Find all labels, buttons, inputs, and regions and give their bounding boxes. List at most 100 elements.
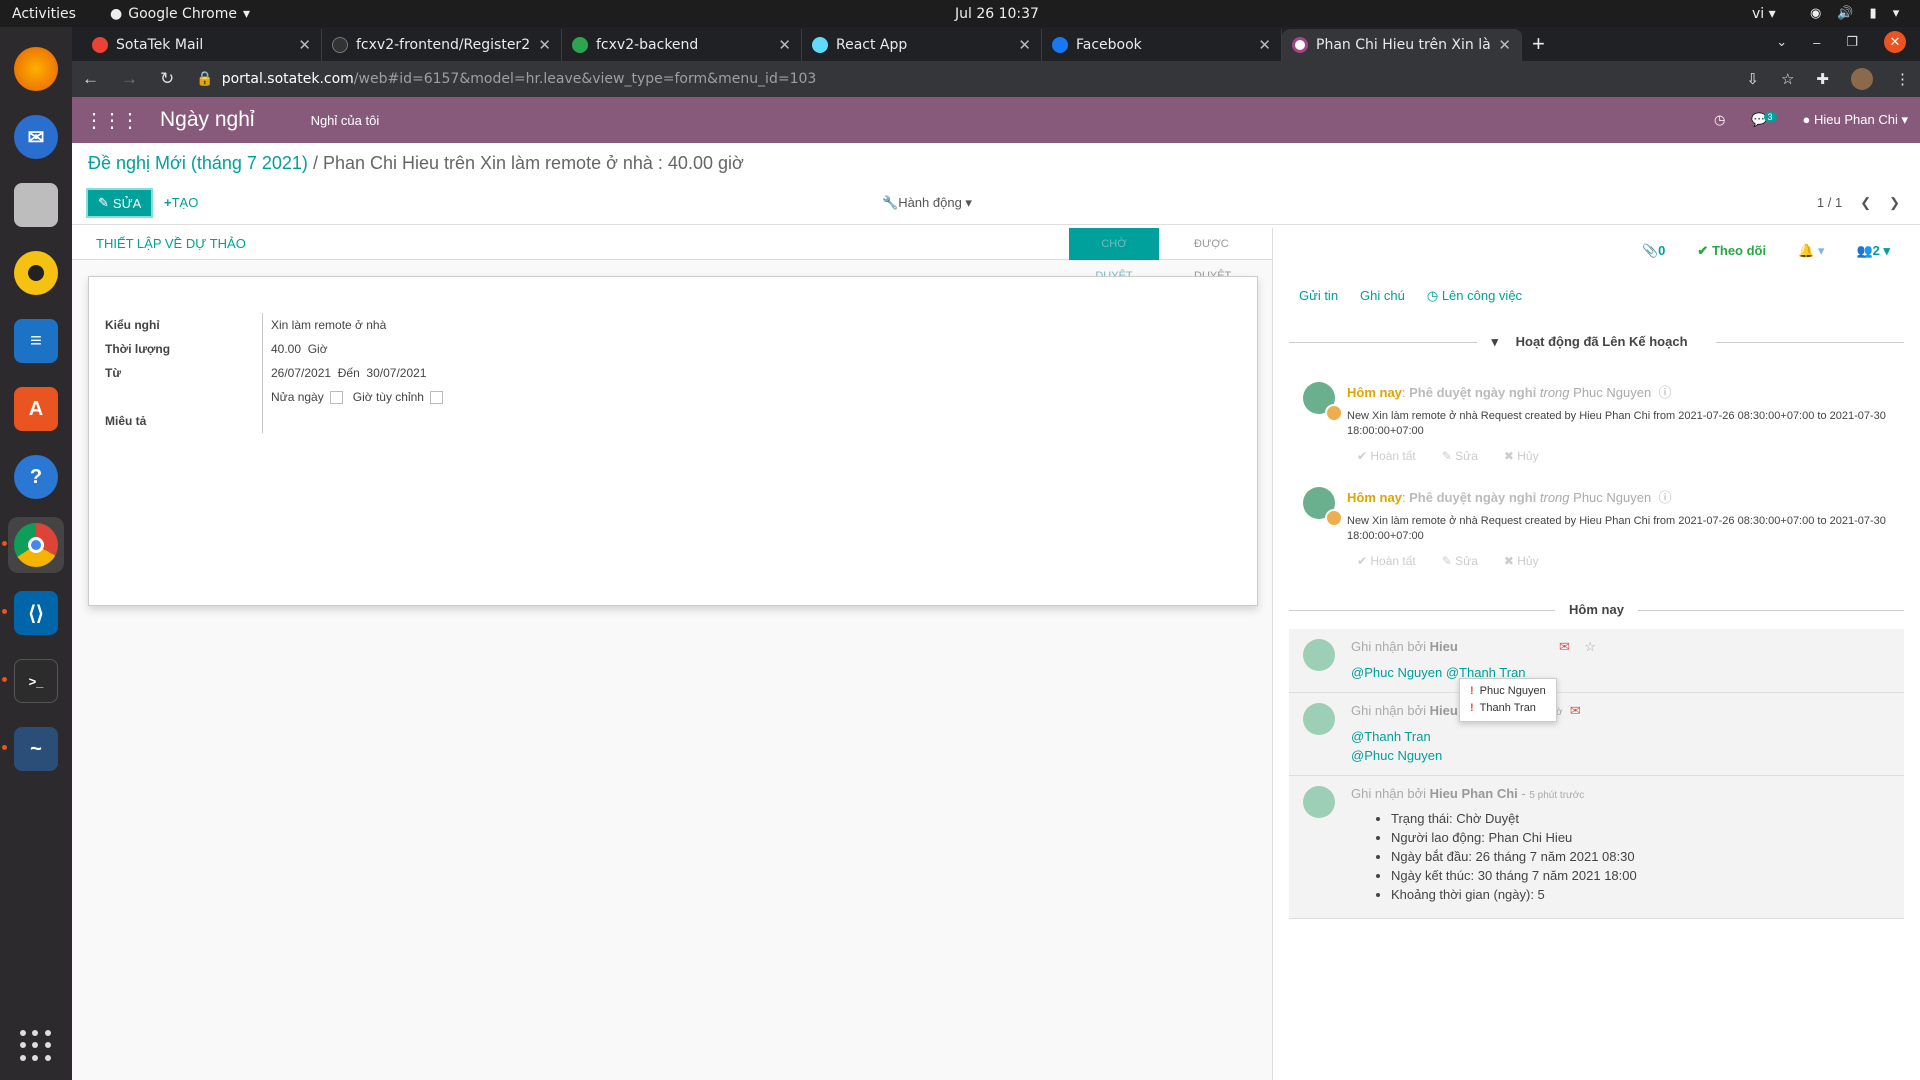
followers-button[interactable]: 👥2 ▾ bbox=[1856, 243, 1890, 259]
language-indicator[interactable]: vi ▾ bbox=[1752, 6, 1776, 22]
reset-to-draft-button[interactable]: THIẾT LẬP VỀ DỰ THẢO bbox=[96, 236, 246, 251]
menu-kebab-icon[interactable]: ⋮ bbox=[1895, 70, 1910, 88]
chevron-right-icon[interactable]: ❯ bbox=[1889, 195, 1900, 211]
software-icon: A bbox=[14, 387, 58, 431]
follow-button[interactable]: ✔ Theo dõi bbox=[1697, 243, 1766, 259]
close-icon[interactable]: ✕ bbox=[1258, 36, 1271, 54]
running-indicator bbox=[2, 541, 7, 546]
tab-odoo-leave[interactable]: Phan Chi Hieu trên Xin làm ✕ bbox=[1282, 29, 1522, 61]
tab-facebook[interactable]: Facebook ✕ bbox=[1042, 29, 1282, 61]
dock-software[interactable]: A bbox=[8, 381, 64, 437]
profile-avatar[interactable] bbox=[1851, 68, 1873, 90]
forward-icon[interactable]: → bbox=[121, 69, 138, 89]
half-day-checkbox[interactable] bbox=[329, 391, 343, 405]
custom-hours-checkbox[interactable] bbox=[429, 391, 443, 405]
envelope-icon[interactable]: ✉ bbox=[1570, 703, 1581, 718]
info-icon[interactable]: ⓘ bbox=[1658, 490, 1671, 505]
menu-my-leaves[interactable]: Nghỉ của tôi bbox=[311, 113, 380, 128]
close-icon[interactable]: ✕ bbox=[298, 36, 311, 54]
mention-line[interactable]: @Phuc Nguyen bbox=[1351, 746, 1581, 765]
cancel-activity-button[interactable]: ✖ Hủy bbox=[1504, 554, 1539, 568]
schedule-activity-button[interactable]: ◷ Lên công việc bbox=[1427, 288, 1522, 304]
dock-vscode[interactable]: ⟨⟩ bbox=[2, 585, 64, 641]
show-apps-icon[interactable] bbox=[20, 1030, 52, 1062]
dock-writer[interactable]: ≡ bbox=[8, 313, 64, 369]
info-icon[interactable]: ⓘ bbox=[1658, 385, 1671, 400]
edit-activity-button[interactable]: ✎ Sửa bbox=[1442, 554, 1478, 568]
dock-files[interactable] bbox=[8, 177, 64, 233]
avatar bbox=[1303, 487, 1343, 527]
tab-fcxv2-backend[interactable]: fcxv2-backend ✕ bbox=[562, 29, 802, 61]
running-indicator bbox=[2, 745, 7, 750]
envelope-icon[interactable]: ✉ bbox=[1559, 639, 1570, 654]
extensions-icon[interactable]: ✚ bbox=[1816, 70, 1829, 88]
dock-help[interactable]: ? bbox=[8, 449, 64, 505]
mention-line[interactable]: @Thanh Tran bbox=[1351, 727, 1581, 746]
attachments-button[interactable]: 📎0 bbox=[1642, 243, 1665, 259]
log-note-button[interactable]: Ghi chú bbox=[1360, 288, 1405, 304]
address-bar[interactable]: 🔒 portal.sotatek.com/web#id=6157&model=hr… bbox=[196, 66, 1724, 92]
install-icon[interactable]: ⇩ bbox=[1746, 70, 1759, 88]
form-sheet: Kiểu nghỉ Xin làm remote ở nhà Thời lượng… bbox=[88, 276, 1258, 606]
app-menu[interactable]: ● Google Chrome ▾ bbox=[110, 6, 250, 22]
send-message-button[interactable]: Gửi tin bbox=[1299, 288, 1338, 304]
app-title[interactable]: Ngày nghỉ bbox=[160, 108, 255, 132]
dock-thunderbird[interactable]: ✉ bbox=[8, 109, 64, 165]
activities-button[interactable]: Activities bbox=[12, 6, 76, 22]
mark-done-button[interactable]: ✔ Hoàn tất bbox=[1357, 554, 1416, 568]
close-window-icon[interactable]: ✕ bbox=[1884, 31, 1906, 53]
minimize-icon[interactable]: – bbox=[1813, 35, 1820, 50]
toolbar: ← → ↻ 🔒 portal.sotatek.com/web#id=6157&mo… bbox=[72, 61, 1920, 97]
dock-firefox[interactable] bbox=[8, 41, 64, 97]
wrench-icon: 🔧 bbox=[882, 195, 899, 210]
close-icon[interactable]: ✕ bbox=[538, 36, 551, 54]
reload-icon[interactable]: ↻ bbox=[160, 69, 174, 89]
activity-status-icon bbox=[1325, 509, 1343, 527]
dock-chrome[interactable] bbox=[2, 517, 64, 573]
dock-rhythmbox[interactable] bbox=[8, 245, 64, 301]
power-icon: ▾ bbox=[1892, 6, 1900, 21]
activity-clock-icon[interactable]: ◷ bbox=[1714, 112, 1725, 128]
star-icon[interactable]: ☆ bbox=[1584, 639, 1596, 654]
tab-search-icon[interactable]: ⌄ bbox=[1776, 34, 1787, 50]
tab-sotatek-mail[interactable]: SotaTek Mail ✕ bbox=[82, 29, 322, 61]
custom-hours-label: Giờ tùy chỉnh bbox=[352, 389, 424, 404]
system-tray[interactable]: ◉ 🔊 ▮ ▾ bbox=[1810, 6, 1899, 21]
edit-activity-button[interactable]: ✎ Sửa bbox=[1442, 449, 1478, 463]
pager-value[interactable]: 1 / 1 bbox=[1817, 195, 1842, 211]
breadcrumb-parent[interactable]: Đề nghị Mới (tháng 7 2021) bbox=[88, 153, 308, 173]
clock[interactable]: Jul 26 10:37 bbox=[955, 6, 1039, 22]
bookmark-star-icon[interactable]: ☆ bbox=[1781, 70, 1794, 88]
tracking-value: Ngày kết thúc: 30 tháng 7 năm 2021 18:00 bbox=[1391, 866, 1637, 885]
user-menu[interactable]: ● Hieu Phan Chi ▾ bbox=[1803, 112, 1908, 128]
writer-icon: ≡ bbox=[14, 319, 58, 363]
terminal-icon: >_ bbox=[14, 659, 58, 703]
cancel-activity-button[interactable]: ✖ Hủy bbox=[1504, 449, 1539, 463]
back-icon[interactable]: ← bbox=[82, 69, 99, 89]
dock-mysql-workbench[interactable]: ~ bbox=[2, 721, 64, 777]
chevron-left-icon[interactable]: ❮ bbox=[1860, 195, 1871, 211]
close-icon[interactable]: ✕ bbox=[1018, 36, 1031, 54]
restore-icon[interactable]: ❐ bbox=[1846, 34, 1858, 50]
notification-bell-icon[interactable]: 🔔 ▾ bbox=[1798, 243, 1824, 259]
close-icon[interactable]: ✕ bbox=[778, 36, 791, 54]
planned-activities-header[interactable]: ▾ Hoạt động đã Lên Kế hoạch bbox=[1289, 334, 1904, 350]
new-tab-button[interactable]: + bbox=[1532, 29, 1545, 61]
tab-fcxv2-frontend[interactable]: fcxv2-frontend/Register2 ✕ bbox=[322, 29, 562, 61]
facebook-icon bbox=[1052, 37, 1068, 53]
action-dropdown[interactable]: 🔧Hành động ▾ bbox=[882, 195, 972, 211]
empty-label bbox=[105, 385, 263, 409]
battery-icon: ▮ bbox=[1869, 6, 1877, 21]
mark-done-button[interactable]: ✔ Hoàn tất bbox=[1357, 449, 1416, 463]
user-avatar-icon: ● bbox=[1802, 112, 1811, 127]
activity-in: trong bbox=[1539, 385, 1570, 400]
messaging-button[interactable]: 💬3 bbox=[1751, 112, 1777, 128]
apps-grid-icon[interactable]: ⋮⋮⋮ bbox=[84, 108, 140, 133]
message-author: Hieu bbox=[1429, 639, 1458, 654]
close-icon[interactable]: ✕ bbox=[1498, 36, 1511, 54]
stage-approved: ĐƯỢC DUYỆT bbox=[1194, 238, 1231, 282]
dock-terminal[interactable]: >_ bbox=[2, 653, 64, 709]
create-button[interactable]: +TẠO bbox=[164, 195, 198, 210]
tab-react-app[interactable]: React App ✕ bbox=[802, 29, 1042, 61]
edit-button[interactable]: ✎ SỬA bbox=[86, 188, 154, 218]
